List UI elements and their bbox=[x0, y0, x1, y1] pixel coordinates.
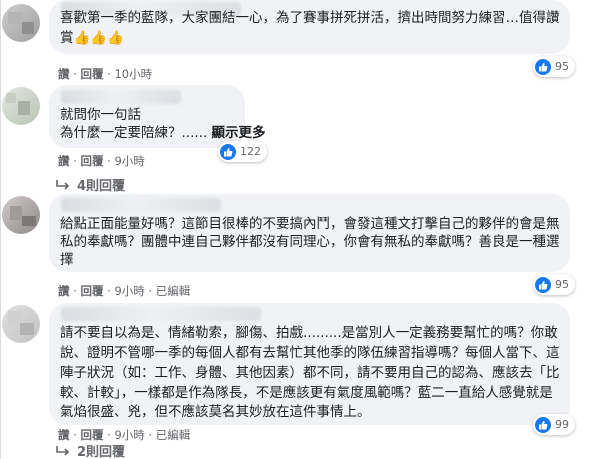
timestamp[interactable]: 10小時 bbox=[114, 66, 152, 82]
reaction-count: 95 bbox=[555, 60, 569, 73]
comment-text-line: 喜歡第一季的藍隊，大家團結一心，為了賽事拼死拼活，擠出時間努力練習…值得讚 bbox=[60, 10, 560, 26]
avatar[interactable] bbox=[2, 305, 40, 343]
commenter-name[interactable] bbox=[61, 307, 261, 321]
avatar[interactable] bbox=[2, 196, 40, 234]
reaction-count-badge[interactable]: 95 bbox=[533, 56, 575, 77]
like-icon bbox=[535, 416, 551, 433]
separator: · bbox=[148, 284, 153, 298]
reaction-count-badge[interactable]: 95 bbox=[533, 274, 575, 295]
comment-actions: 讚 · 回覆 · 10小時 bbox=[58, 66, 152, 82]
reaction-count-badge[interactable]: 99 bbox=[533, 414, 575, 435]
separator: · bbox=[73, 284, 77, 298]
like-button[interactable]: 讚 bbox=[58, 66, 70, 82]
like-button[interactable]: 讚 bbox=[58, 283, 70, 299]
view-replies-link[interactable]: 2則回覆 bbox=[55, 441, 125, 459]
commenter-name[interactable] bbox=[61, 198, 221, 212]
comment-bubble: 喜歡第一季的藍隊，大家團結一心，為了賽事拼死拼活，擠出時間努力練習…值得讚 賞👍… bbox=[49, 0, 570, 54]
separator: · bbox=[73, 67, 77, 81]
reaction-count: 95 bbox=[555, 278, 569, 291]
view-replies-link[interactable]: 4則回覆 bbox=[55, 175, 125, 194]
replies-count[interactable]: 4則回覆 bbox=[77, 175, 125, 194]
separator: · bbox=[73, 154, 77, 168]
reaction-count: 122 bbox=[240, 145, 261, 158]
comment-text-line: 說、證明不管哪一季的每個人都有去幫忙其他季的隊伍練習指導嗎？每個人當下、這 bbox=[60, 345, 560, 361]
comment-text-line: 賞👍👍👍 bbox=[60, 30, 124, 46]
commenter-name[interactable] bbox=[61, 90, 181, 104]
timestamp[interactable]: 9小時 bbox=[114, 283, 144, 299]
reply-button[interactable]: 回覆 bbox=[80, 283, 103, 299]
separator: · bbox=[107, 428, 111, 442]
reply-arrow-icon bbox=[56, 179, 70, 190]
comment-bubble: 就問你一句話 為什麼一定要陪練？...... 顯示更多 bbox=[49, 85, 266, 148]
reply-arrow-icon bbox=[56, 445, 70, 456]
comment-text-line: 擇 bbox=[60, 252, 74, 268]
separator: · bbox=[107, 67, 111, 81]
comment-text-line: 私的奉獻嗎？團體中連自己夥伴都沒有同理心，你會有無私的奉獻嗎？善良是一種選 bbox=[60, 234, 560, 250]
comment-text-line: 請不要自以為是、情緒勒索，腳傷、拍戲.........是當別人一定義務要幫忙的嗎… bbox=[60, 325, 558, 341]
avatar[interactable] bbox=[2, 87, 40, 125]
like-button[interactable]: 讚 bbox=[58, 153, 70, 169]
reaction-count: 99 bbox=[555, 418, 569, 431]
reaction-count-badge[interactable]: 122 bbox=[218, 141, 267, 162]
comment-text-line: 較、計較」，一樣都是作為隊長，不是應該更有氣度風範嗎？藍二一直給人感覺就是 bbox=[60, 385, 553, 401]
comment-section: 喜歡第一季的藍隊，大家團結一心，為了賽事拼死拼活，擠出時間努力練習…值得讚 賞👍… bbox=[0, 0, 600, 459]
like-icon bbox=[535, 58, 551, 75]
comment-text: 為什麼一定要陪練？...... bbox=[60, 125, 208, 141]
see-more-link[interactable]: 顯示更多 bbox=[212, 125, 266, 141]
replies-count[interactable]: 2則回覆 bbox=[77, 441, 125, 459]
separator: · bbox=[148, 428, 153, 442]
edited-label: 已編輯 bbox=[155, 284, 191, 298]
like-icon bbox=[220, 143, 236, 160]
reply-button[interactable]: 回覆 bbox=[80, 66, 103, 82]
separator: · bbox=[107, 154, 111, 168]
edited-label: 已編輯 bbox=[155, 428, 191, 442]
comment-text-line: 氣焰很盛、兇，但不應該莫名其妙放在這件事情上。 bbox=[60, 404, 371, 420]
comment-bubble: 請不要自以為是、情緒勒索，腳傷、拍戲.........是當別人一定義務要幫忙的嗎… bbox=[49, 303, 570, 425]
comment-actions: 讚 · 回覆 · 9小時 · 已編輯 bbox=[58, 283, 190, 299]
comment-text-line: 陣子狀況（如：工作、身體、其他因素）都不同，請不要用自己的認為、應該去「比 bbox=[60, 365, 560, 381]
comment-actions: 讚 · 回覆 · 9小時 bbox=[58, 153, 145, 169]
separator: · bbox=[107, 284, 111, 298]
like-icon bbox=[535, 276, 551, 293]
timestamp[interactable]: 9小時 bbox=[114, 153, 144, 169]
comment-bubble: 給點正面能量好嗎？這節目很棒的不要搞內鬥，會發這種文打擊自己的夥伴的會是無 私的… bbox=[49, 194, 570, 272]
reply-button[interactable]: 回覆 bbox=[80, 153, 103, 169]
avatar[interactable] bbox=[2, 4, 40, 42]
separator: · bbox=[73, 428, 77, 442]
left-border bbox=[0, 0, 1, 459]
